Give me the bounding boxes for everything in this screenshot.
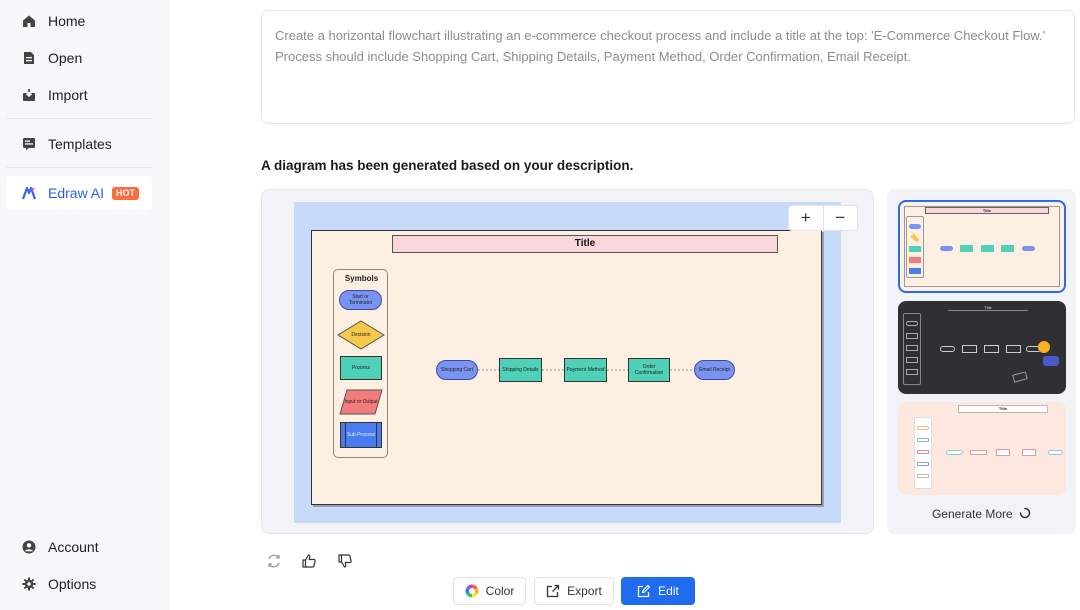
color-wheel-icon xyxy=(465,584,479,598)
flow-node-email-receipt: Email Receipt xyxy=(694,360,735,380)
flow-node-payment-method: Payment Method xyxy=(564,358,607,382)
zoom-in-button[interactable]: + xyxy=(789,206,824,230)
sidebar-item-edraw-ai[interactable]: Edraw AI HOT xyxy=(6,176,152,210)
thumbnail-title: Title xyxy=(948,306,1028,311)
zoom-controls: + − xyxy=(788,205,858,231)
refresh-icon xyxy=(266,553,282,574)
sidebar-item-import[interactable]: Import xyxy=(6,78,152,112)
home-icon xyxy=(22,14,36,28)
sidebar-item-options[interactable]: Options xyxy=(6,567,152,601)
export-button-label: Export xyxy=(567,584,602,598)
sidebar: Home Open Import Templates Edraw AI HOT … xyxy=(0,0,170,610)
sidebar-item-label: Options xyxy=(48,576,97,592)
result-heading: A diagram has been generated based on yo… xyxy=(261,158,634,173)
gear-icon xyxy=(22,577,36,591)
file-icon xyxy=(22,51,36,65)
sidebar-item-label: Account xyxy=(48,539,99,555)
edit-button[interactable]: Edit xyxy=(621,577,695,605)
sidebar-item-label: Edraw AI xyxy=(48,185,105,201)
thumbs-up-button[interactable] xyxy=(299,553,319,573)
sidebar-item-open[interactable]: Open xyxy=(6,41,152,75)
import-icon xyxy=(22,88,36,102)
diagram-preview-panel: Title Symbols Start or Terminator Decisi… xyxy=(261,189,874,534)
thumbnail-dark[interactable]: Title xyxy=(898,301,1066,394)
templates-icon xyxy=(22,137,36,151)
diagram-page: Title Symbols Start or Terminator Decisi… xyxy=(311,230,822,505)
loading-spinner-icon xyxy=(1019,507,1031,522)
variations-panel: Title Title Title Generate More xyxy=(887,189,1076,534)
thumbnail-peach[interactable]: Title xyxy=(898,402,1066,495)
sidebar-item-account[interactable]: Account xyxy=(6,530,152,564)
thumbnail-light[interactable]: Title xyxy=(898,200,1066,293)
sidebar-item-label: Open xyxy=(48,50,83,66)
color-button-label: Color xyxy=(485,584,515,598)
prompt-input[interactable]: Create a horizontal flowchart illustrati… xyxy=(261,10,1075,124)
flow-node-shopping-cart: Shopping Cart xyxy=(436,360,478,380)
sun-decoration-icon xyxy=(1038,341,1050,353)
hot-badge: HOT xyxy=(112,186,140,200)
color-button[interactable]: Color xyxy=(453,577,526,605)
flow-node-order-confirmation: Order Confirmation xyxy=(628,358,670,382)
sidebar-item-home[interactable]: Home xyxy=(6,4,152,38)
flow-node-shipping-details: Shipping Details xyxy=(499,358,542,382)
export-icon xyxy=(546,584,560,598)
sidebar-divider xyxy=(6,167,152,168)
sidebar-item-templates[interactable]: Templates xyxy=(6,127,152,161)
sidebar-item-label: Templates xyxy=(48,136,112,152)
thumbs-up-icon xyxy=(301,553,317,574)
account-icon xyxy=(22,540,36,554)
regenerate-button[interactable] xyxy=(264,553,284,573)
diagram-canvas[interactable]: Title Symbols Start or Terminator Decisi… xyxy=(294,202,841,523)
thumbs-down-icon xyxy=(337,553,353,574)
generate-more-button[interactable]: Generate More xyxy=(887,507,1076,522)
thumbnail-title: Title xyxy=(925,207,1049,214)
zoom-out-button[interactable]: − xyxy=(824,206,858,230)
sidebar-item-label: Home xyxy=(48,13,86,29)
edit-icon xyxy=(637,584,651,598)
thumbs-down-button[interactable] xyxy=(335,553,355,573)
thumbnail-title: Title xyxy=(958,405,1048,413)
prompt-text-line-1: Create a horizontal flowchart illustrati… xyxy=(275,28,1046,43)
prompt-text-line-2: Process should include Shopping Cart, Sh… xyxy=(275,49,911,64)
edraw-ai-icon xyxy=(22,186,36,200)
export-button[interactable]: Export xyxy=(534,577,614,605)
sidebar-divider xyxy=(6,118,152,119)
edit-button-label: Edit xyxy=(658,584,679,598)
generate-more-label: Generate More xyxy=(931,507,1013,521)
sidebar-item-label: Import xyxy=(48,87,88,103)
